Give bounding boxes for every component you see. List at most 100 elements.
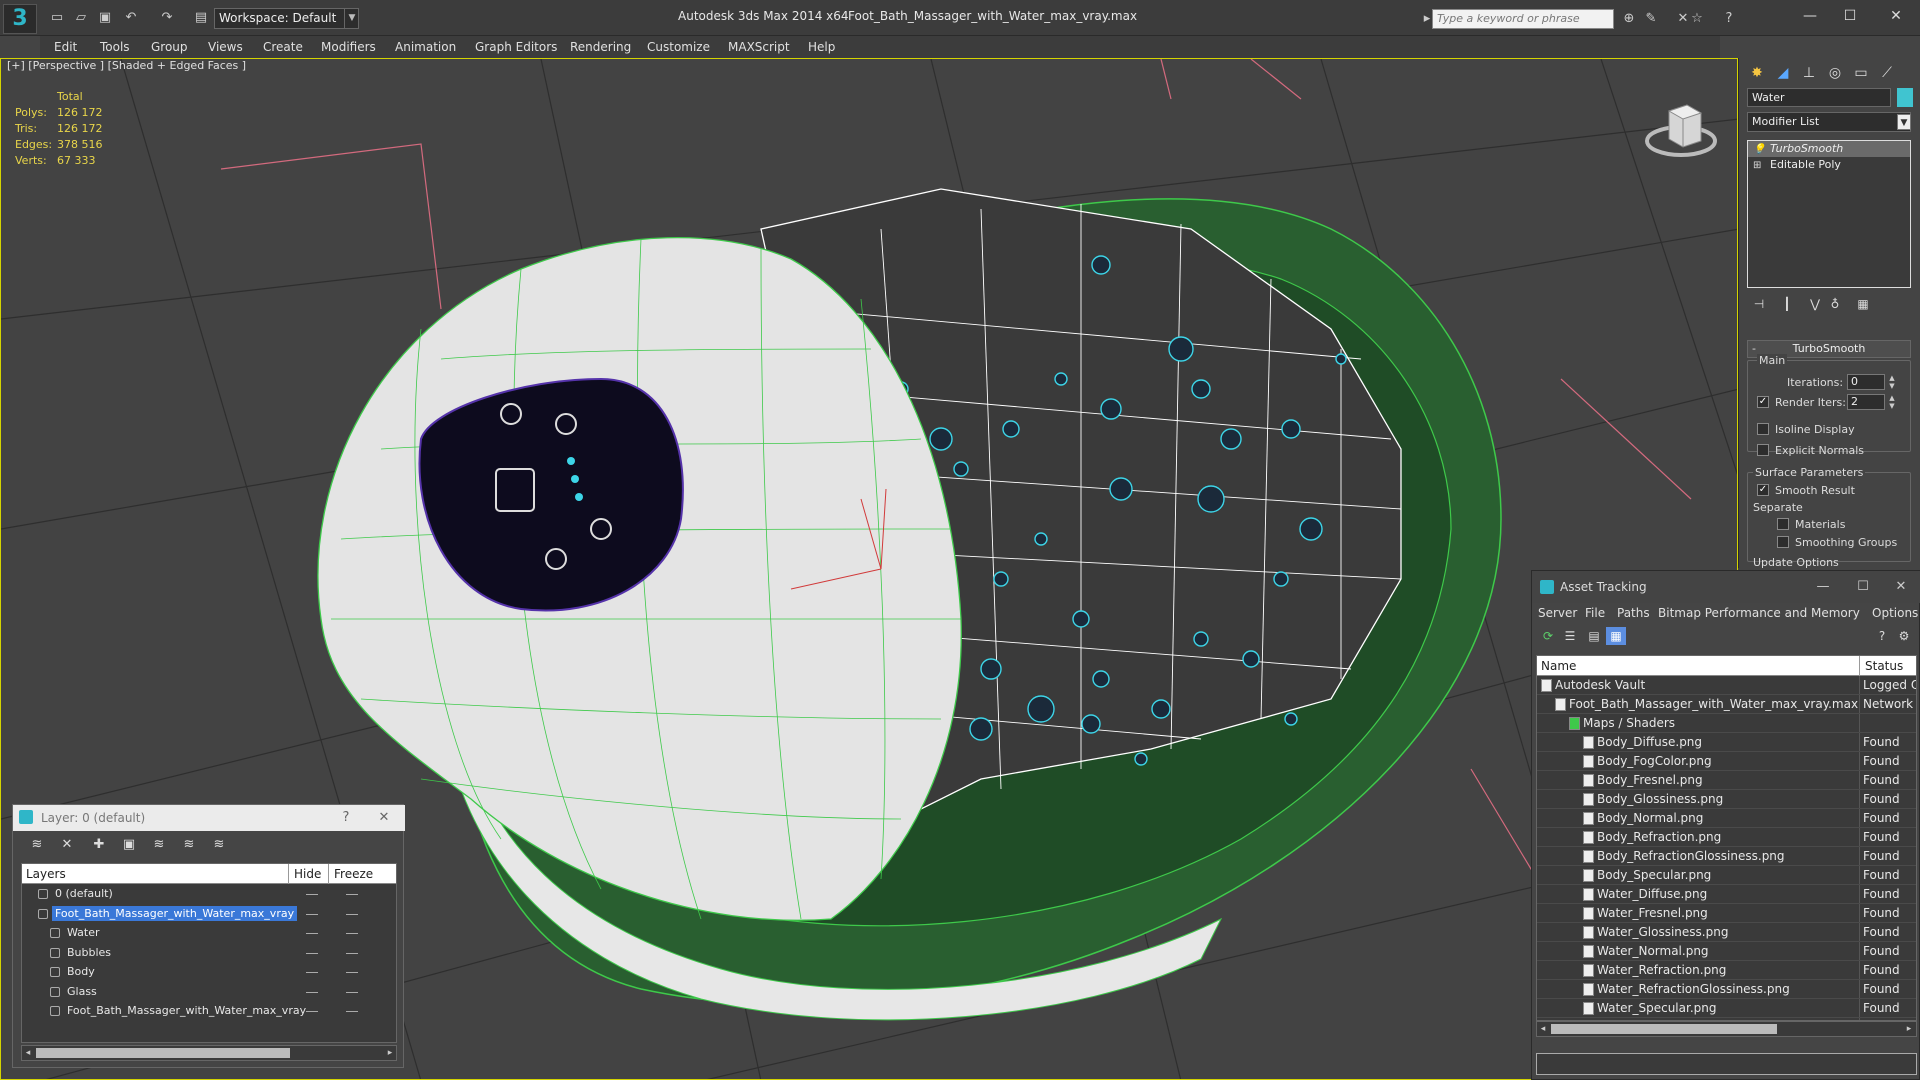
- delete-layer-icon[interactable]: ✕: [57, 836, 77, 854]
- project-folder-icon[interactable]: ▤: [192, 10, 210, 26]
- redo-icon[interactable]: ↷: [158, 10, 176, 26]
- menu-create[interactable]: Create: [263, 40, 303, 54]
- utilities-tab-icon[interactable]: ⟋: [1875, 62, 1899, 84]
- display-tab-icon[interactable]: ▭: [1849, 62, 1873, 84]
- iterations-spinner[interactable]: 0: [1847, 374, 1885, 390]
- chevron-down-icon[interactable]: ▼: [1897, 114, 1911, 130]
- stack-item-editable-poly[interactable]: ⊞ Editable Poly: [1748, 157, 1910, 173]
- create-tab-icon[interactable]: ✸: [1745, 62, 1769, 84]
- scroll-left-icon[interactable]: ◂: [1537, 1022, 1549, 1036]
- search-input[interactable]: Type a keyword or phrase: [1432, 9, 1614, 29]
- freeze-toggle[interactable]: [346, 1011, 358, 1012]
- column-layers[interactable]: Layers: [26, 867, 66, 881]
- settings-icon[interactable]: ⚙: [1894, 627, 1914, 645]
- app-logo-icon[interactable]: 3: [3, 4, 37, 34]
- layer-name[interactable]: Water: [64, 925, 103, 940]
- minimize-icon[interactable]: —: [1790, 4, 1830, 28]
- refresh-icon[interactable]: ⟳: [1538, 627, 1558, 645]
- column-status[interactable]: Status: [1865, 659, 1903, 673]
- highlight-layer-icon[interactable]: ≋: [149, 836, 169, 854]
- minimize-icon[interactable]: —: [1808, 577, 1838, 597]
- object-name-field[interactable]: Water: [1747, 88, 1891, 107]
- select-objects-icon[interactable]: ▣: [119, 836, 139, 854]
- layer-row[interactable]: Foot_Bath_Massager_with_Water_max_vray: [22, 1002, 396, 1021]
- asset-menu-server[interactable]: Server: [1538, 606, 1577, 620]
- layer-name[interactable]: Glass: [64, 984, 100, 999]
- freeze-toggle[interactable]: [346, 952, 358, 954]
- menu-rendering[interactable]: Rendering: [570, 40, 631, 54]
- hide-toggle[interactable]: [306, 894, 318, 895]
- hide-toggle[interactable]: [306, 913, 318, 915]
- asset-row[interactable]: Foot_Bath_Massager_with_Water_max_vray.m…: [1537, 695, 1916, 714]
- make-unique-icon[interactable]: ⋁: [1805, 294, 1825, 314]
- hide-layers-icon[interactable]: ≋: [179, 836, 199, 854]
- freeze-layers-icon[interactable]: ≋: [209, 836, 229, 854]
- menu-group[interactable]: Group: [151, 40, 188, 54]
- show-end-result-icon[interactable]: ┃: [1777, 294, 1797, 314]
- freeze-toggle[interactable]: [346, 991, 358, 993]
- asset-row[interactable]: Body_RefractionGlossiness.png Found: [1537, 847, 1916, 866]
- render-iters-checkbox[interactable]: ✓: [1757, 396, 1769, 408]
- help-icon[interactable]: ?: [333, 808, 359, 828]
- menu-animation[interactable]: Animation: [395, 40, 456, 54]
- menu-edit[interactable]: Edit: [54, 40, 77, 54]
- modifier-list-dropdown[interactable]: Modifier List: [1747, 112, 1911, 132]
- scroll-left-icon[interactable]: ◂: [22, 1046, 34, 1060]
- asset-row[interactable]: Water_Specular.png Found: [1537, 999, 1916, 1018]
- materials-checkbox[interactable]: [1777, 518, 1789, 530]
- smoothing-groups-checkbox[interactable]: [1777, 536, 1789, 548]
- hide-toggle[interactable]: [306, 952, 318, 954]
- smooth-result-checkbox[interactable]: ✓: [1757, 484, 1769, 496]
- asset-menu-file[interactable]: File: [1585, 606, 1605, 620]
- menu-customize[interactable]: Customize: [647, 40, 710, 54]
- motion-tab-icon[interactable]: ◎: [1823, 62, 1847, 84]
- asset-row[interactable]: Water_Refraction.png Found: [1537, 961, 1916, 980]
- spinner-arrows-icon[interactable]: ▲ ▼: [1887, 394, 1897, 410]
- layer-horizontal-scrollbar[interactable]: ◂ ▸: [21, 1045, 397, 1061]
- freeze-toggle[interactable]: [346, 894, 358, 895]
- asset-row[interactable]: Body_Refraction.png Found: [1537, 828, 1916, 847]
- menu-maxscript[interactable]: MAXScript: [728, 40, 790, 54]
- spinner-arrows-icon[interactable]: ▲ ▼: [1887, 374, 1897, 390]
- layer-row[interactable]: Water: [22, 924, 396, 943]
- layer-explorer-titlebar[interactable]: Layer: 0 (default) ? ✕: [13, 805, 405, 831]
- asset-row[interactable]: Water_Diffuse.png Found: [1537, 885, 1916, 904]
- layer-name[interactable]: Bubbles: [64, 945, 114, 960]
- viewcube-icon[interactable]: [1641, 89, 1721, 169]
- layer-row[interactable]: Glass: [22, 983, 396, 1002]
- freeze-toggle[interactable]: [346, 913, 358, 915]
- freeze-toggle[interactable]: [346, 933, 358, 934]
- column-name[interactable]: Name: [1541, 659, 1576, 673]
- render-iters-spinner[interactable]: 2: [1847, 394, 1885, 410]
- detail-view-icon[interactable]: ▤: [1584, 627, 1604, 645]
- asset-menu-paths[interactable]: Paths: [1617, 606, 1650, 620]
- scroll-right-icon[interactable]: ▸: [384, 1046, 396, 1060]
- asset-row[interactable]: Body_Normal.png Found: [1537, 809, 1916, 828]
- pin-stack-icon[interactable]: ⊣: [1749, 294, 1769, 314]
- scroll-thumb[interactable]: [36, 1048, 290, 1058]
- asset-row[interactable]: Water_Normal.png Found: [1537, 942, 1916, 961]
- layer-row[interactable]: Foot_Bath_Massager_with_Water_max_vray: [22, 905, 396, 924]
- layer-manager-icon[interactable]: ≋: [27, 836, 47, 854]
- hide-toggle[interactable]: [306, 933, 318, 934]
- explicit-normals-checkbox[interactable]: [1757, 444, 1769, 456]
- workspace-dropdown[interactable]: Workspace: Default: [214, 8, 359, 29]
- asset-row[interactable]: Body_FogColor.png Found: [1537, 752, 1916, 771]
- isoline-display-checkbox[interactable]: [1757, 423, 1769, 435]
- asset-row[interactable]: Water_Fresnel.png Found: [1537, 904, 1916, 923]
- subscription-icon[interactable]: ✎: [1642, 10, 1660, 27]
- close-icon[interactable]: ✕: [371, 808, 397, 828]
- viewport-label[interactable]: [+] [Perspective ] [Shaded + Edged Faces…: [7, 59, 246, 72]
- stack-item-turbosmooth[interactable]: 💡 TurboSmooth: [1748, 141, 1910, 157]
- asset-row[interactable]: Maps / Shaders: [1537, 714, 1916, 733]
- lightbulb-icon[interactable]: 💡: [1753, 142, 1765, 158]
- maximize-icon[interactable]: ☐: [1848, 577, 1878, 597]
- layer-name[interactable]: 0 (default): [52, 886, 116, 901]
- close-icon[interactable]: ✕: [1876, 4, 1916, 28]
- hide-toggle[interactable]: [306, 991, 318, 993]
- save-file-icon[interactable]: ▣: [96, 10, 114, 26]
- layer-row[interactable]: Body: [22, 963, 396, 982]
- asset-row[interactable]: Body_Diffuse.png Found: [1537, 733, 1916, 752]
- modify-tab-icon[interactable]: ◢: [1771, 62, 1795, 84]
- asset-row[interactable]: Water_RefractionGlossiness.png Found: [1537, 980, 1916, 999]
